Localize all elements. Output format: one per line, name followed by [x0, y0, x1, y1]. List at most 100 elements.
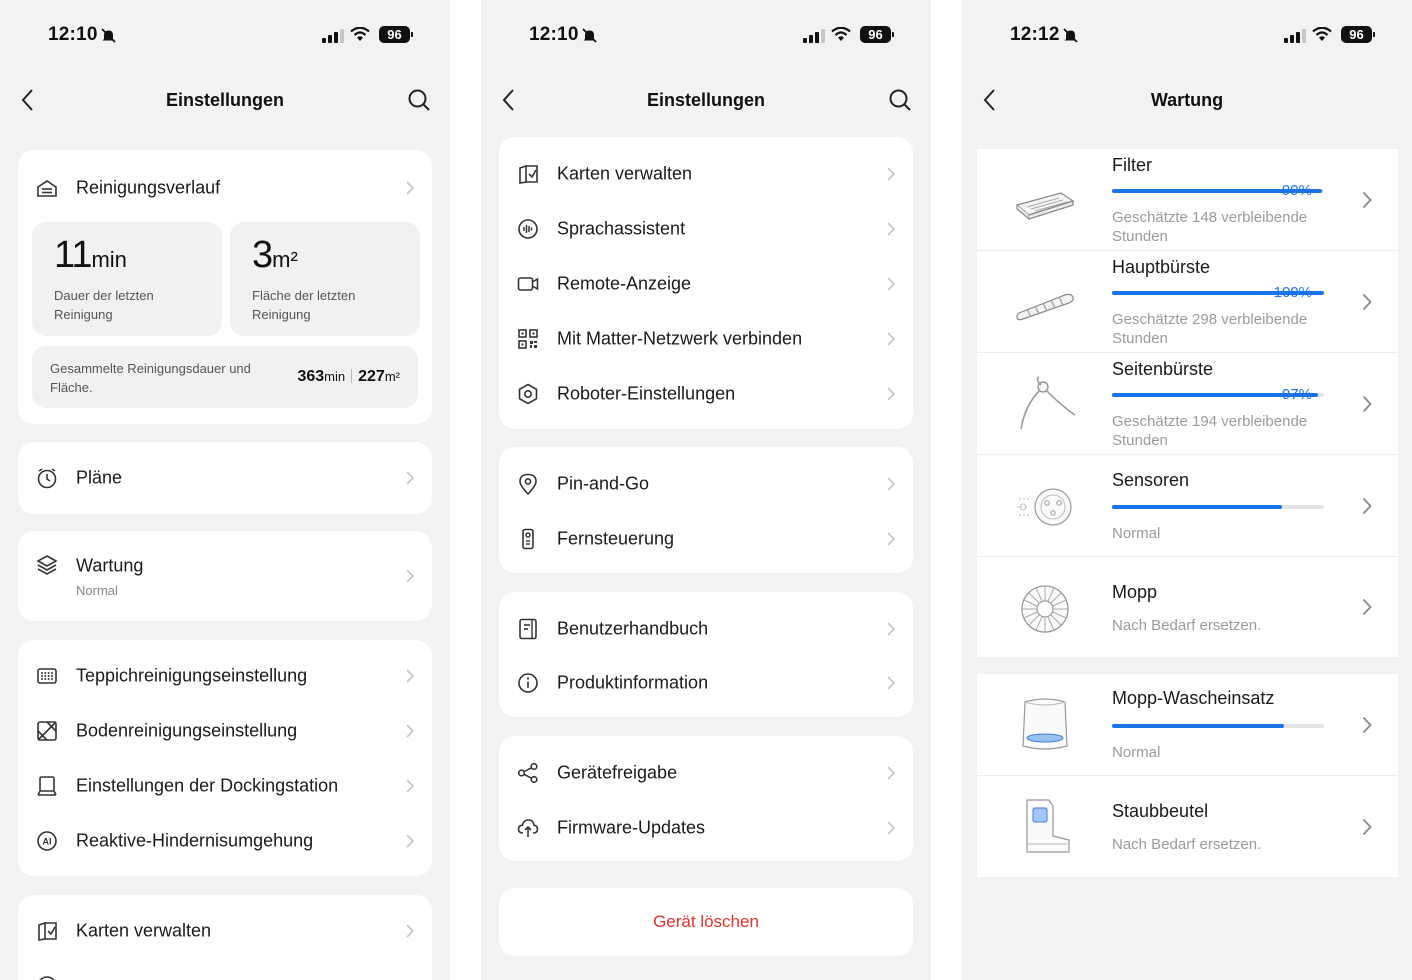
- maintenance-item-mop[interactable]: Mopp Nach Bedarf ersetzen.: [977, 557, 1398, 657]
- sharing-card: Gerätefreigabe Firmware-Updates: [499, 736, 913, 861]
- device-sharing-label: Gerätefreigabe: [557, 762, 678, 782]
- chevron-right-icon: [1362, 716, 1372, 733]
- signal-icon: [1284, 29, 1306, 43]
- row-robot-settings[interactable]: Roboter-Einstellungen: [499, 366, 913, 421]
- maintenance-row[interactable]: Wartung Normal: [18, 531, 432, 621]
- status-time: 12:12: [1010, 24, 1060, 45]
- chevron-right-icon: [887, 166, 895, 181]
- status-time: 12:10: [529, 24, 579, 45]
- maps-card: Karten verwalten: [18, 895, 432, 980]
- row-device-sharing[interactable]: Gerätefreigabe: [499, 745, 913, 800]
- maintenance-item-wash-tray[interactable]: Mopp-Wascheinsatz Normal: [977, 674, 1398, 776]
- manual-icon: [519, 618, 537, 639]
- chevron-right-icon: [406, 668, 414, 683]
- robot-settings-icon: [518, 383, 538, 404]
- maintenance-item-dust-bag[interactable]: Staubbeutel Nach Bedarf ersetzen.: [977, 776, 1398, 877]
- row-firmware[interactable]: Firmware-Updates: [499, 800, 913, 855]
- navbar: Wartung: [962, 80, 1412, 120]
- voice-assistant-label: Sprachassistent: [557, 218, 686, 238]
- info-card: Benutzerhandbuch Produktinformation: [499, 592, 913, 717]
- row-voice-assistant[interactable]: Sprachassistent: [499, 201, 913, 256]
- total-values: 363min 227m²: [297, 368, 400, 385]
- map-icon: [38, 921, 57, 941]
- settings-row-dock[interactable]: Einstellungen der Dockingstation: [18, 758, 432, 813]
- chevron-right-icon: [887, 675, 895, 690]
- maintenance-item-filter[interactable]: Filter 99% Geschätzte 148 verbleibende S…: [977, 149, 1398, 251]
- total-label: Gesammelte Reinigungsdauer und Fläche.: [50, 361, 251, 395]
- cleaning-settings-card: Teppichreinigungseinstellung Bodenreinig…: [18, 640, 432, 876]
- row-remote-view[interactable]: Remote-Anzeige: [499, 256, 913, 311]
- status-bar: 12:10 96: [0, 22, 450, 50]
- item-status: Normal: [1112, 744, 1161, 761]
- maintenance-item-sensors[interactable]: Sensoren Normal: [977, 455, 1398, 557]
- dock-icon: [37, 775, 57, 796]
- item-status: Normal: [1112, 525, 1161, 542]
- item-remaining: Geschätzte 148 verbleibende Stunden: [1112, 209, 1308, 245]
- manual-label: Benutzerhandbuch: [557, 618, 709, 638]
- sensor-icon: [1017, 488, 1072, 526]
- chevron-right-icon: [887, 386, 895, 401]
- cleaning-history-row[interactable]: Reinigungsverlauf: [18, 160, 432, 215]
- delete-device-button[interactable]: Gerät löschen: [499, 888, 913, 956]
- ai-icon: AI: [37, 830, 57, 851]
- dust-bag-icon: [1026, 799, 1070, 853]
- manage-maps-row[interactable]: Karten verwalten: [18, 903, 432, 958]
- wifi-icon: [831, 27, 851, 41]
- plans-row[interactable]: Pläne: [18, 450, 432, 505]
- floor-setting-label: Bodenreinigungseinstellung: [76, 720, 298, 740]
- layers-icon: [36, 555, 58, 575]
- filter-icon: [1015, 192, 1075, 221]
- wear-level-fill: [1112, 724, 1284, 728]
- last-duration-value: 11min: [54, 234, 127, 276]
- item-percent: 97%: [1281, 386, 1312, 403]
- maintenance-label: Wartung: [76, 555, 144, 576]
- wifi-icon: [350, 27, 370, 41]
- chevron-right-icon: [887, 276, 895, 291]
- maintenance-item-side-brush[interactable]: Seitenbürste 97% Geschätzte 194 verbleib…: [977, 353, 1398, 455]
- pin-icon: [519, 473, 537, 495]
- row-product-info[interactable]: Produktinformation: [499, 655, 913, 710]
- wifi-icon: [1312, 27, 1332, 41]
- item-status: Nach Bedarf ersetzen.: [1112, 617, 1262, 634]
- row-remote-control[interactable]: Fernsteuerung: [499, 511, 913, 566]
- item-name: Mopp-Wascheinsatz: [1112, 688, 1275, 708]
- last-duration-label: Dauer der letzten Reinigung: [54, 288, 154, 322]
- floor-icon: [37, 720, 57, 741]
- chevron-right-icon: [406, 180, 414, 195]
- main-brush-icon: [1016, 293, 1074, 321]
- item-name: Mopp: [1112, 582, 1158, 602]
- battery-indicator: 96: [860, 26, 894, 43]
- plans-card: Pläne: [18, 442, 432, 514]
- manage-maps-label: Karten verwalten: [557, 163, 693, 183]
- search-icon[interactable]: [408, 89, 430, 111]
- navbar: Einstellungen: [0, 80, 450, 120]
- chevron-right-icon: [406, 923, 414, 938]
- last-area-box: 3m² Fläche der letzten Reinigung: [230, 222, 420, 336]
- battery-indicator: 96: [379, 26, 413, 43]
- row-manage-maps[interactable]: Karten verwalten: [499, 146, 913, 201]
- robot-settings-label: Roboter-Einstellungen: [557, 383, 736, 403]
- settings-row-obstacle[interactable]: AI Reaktive-Hindernisumgehung: [18, 813, 432, 868]
- settings-row-carpet[interactable]: Teppichreinigungseinstellung: [18, 648, 432, 703]
- item-remaining: Geschätzte 194 verbleibende Stunden: [1112, 413, 1308, 449]
- row-pin-and-go[interactable]: Pin-and-Go: [499, 456, 913, 511]
- maintenance-item-main-brush[interactable]: Hauptbürste 100% Geschätzte 298 verbleib…: [977, 251, 1398, 353]
- side-brush-icon: [1020, 376, 1076, 430]
- pin-and-go-label: Pin-and-Go: [557, 473, 650, 493]
- chevron-right-icon: [1362, 598, 1372, 616]
- row-manual[interactable]: Benutzerhandbuch: [499, 601, 913, 656]
- navbar: Einstellungen: [481, 80, 931, 120]
- row-matter[interactable]: Mit Matter-Netzwerk verbinden: [499, 311, 913, 366]
- chevron-right-icon: [1362, 395, 1372, 412]
- search-icon[interactable]: [889, 89, 911, 111]
- cleaning-history-card: Reinigungsverlauf 11min Dauer der letzte…: [18, 150, 432, 424]
- next-row-partial[interactable]: [18, 958, 432, 980]
- status-bar: 12:10 96: [481, 22, 931, 50]
- maintenance-screen: 12:12 96 Wartung Filter 99% Geschätzte 1…: [962, 0, 1412, 980]
- wash-tray-icon: [1022, 698, 1068, 750]
- plans-label: Pläne: [76, 467, 123, 487]
- signal-icon: [803, 29, 825, 43]
- item-status: Nach Bedarf ersetzen.: [1112, 836, 1262, 853]
- maintenance-status: Normal: [76, 583, 118, 598]
- settings-row-floor[interactable]: Bodenreinigungseinstellung: [18, 703, 432, 758]
